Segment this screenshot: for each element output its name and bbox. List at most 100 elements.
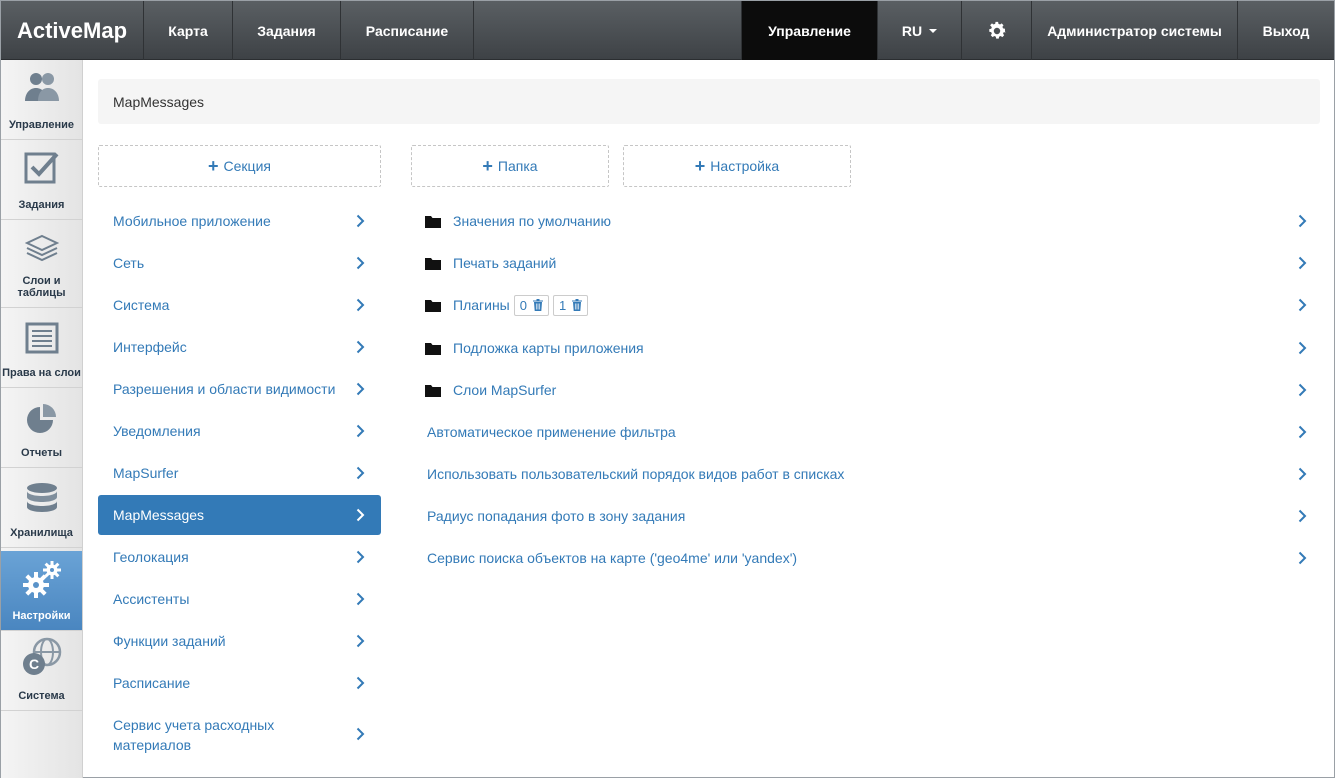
lang-label: RU bbox=[901, 22, 923, 39]
section-item[interactable]: Интерфейс bbox=[98, 327, 381, 367]
breadcrumb-label: MapMessages bbox=[113, 93, 205, 110]
section-item[interactable]: Уведомления bbox=[98, 411, 381, 451]
section-item[interactable]: Мобильное приложение bbox=[98, 201, 381, 241]
section-item[interactable]: Геолокация bbox=[98, 537, 381, 577]
section-label: Геолокация bbox=[113, 549, 189, 565]
sidebar-item-layers[interactable]: Слои и таблицы bbox=[1, 220, 82, 308]
chevron-right-icon bbox=[1298, 256, 1307, 270]
chevron-right-icon bbox=[1298, 214, 1307, 228]
section-label: Расписание bbox=[113, 675, 191, 691]
main-content: MapMessages + Секция + Папка + Настройка Мо… bbox=[83, 60, 1334, 778]
settings-gear-button[interactable] bbox=[962, 1, 1032, 60]
settings-folder-row[interactable]: Значения по умолчанию bbox=[411, 201, 1311, 241]
settings-row[interactable]: Радиус попадания фото в зону задания bbox=[411, 496, 1311, 536]
section-label: Сервис учета расходных материалов bbox=[113, 717, 275, 753]
chevron-right-icon bbox=[356, 424, 365, 438]
section-item[interactable]: Сеть bbox=[98, 243, 381, 283]
database-icon bbox=[26, 483, 57, 512]
settings-row-label: Подложка карты приложения bbox=[453, 340, 644, 356]
folder-icon bbox=[425, 257, 441, 270]
settings-row[interactable]: Сервис поиска объектов на карте ('geo4me… bbox=[411, 538, 1311, 578]
sidebar-item-system[interactable]: C Система bbox=[1, 631, 82, 711]
settings-row-label: Плагины bbox=[453, 297, 510, 313]
trash-icon[interactable] bbox=[532, 299, 543, 311]
chevron-right-icon bbox=[356, 676, 365, 690]
svg-text:C: C bbox=[28, 656, 38, 672]
folder-icon bbox=[425, 342, 441, 355]
plus-icon: + bbox=[482, 156, 493, 176]
caret-down-icon bbox=[929, 28, 938, 33]
sidebar-item-storage[interactable]: Хранилища bbox=[1, 468, 82, 548]
add-folder-button[interactable]: + Папка bbox=[411, 145, 609, 187]
add-setting-button[interactable]: + Настройка bbox=[623, 145, 851, 187]
lang-dropdown[interactable]: RU bbox=[878, 1, 962, 60]
add-section-button[interactable]: + Секция bbox=[98, 145, 381, 187]
section-item[interactable]: Разрешения и области видимости bbox=[98, 369, 381, 409]
nav-manage[interactable]: Управление bbox=[742, 1, 878, 60]
section-label: Ассистенты bbox=[113, 591, 190, 607]
sidebar-item-reports[interactable]: Отчеты bbox=[1, 388, 82, 468]
section-item[interactable]: Расписание bbox=[98, 663, 381, 703]
layers-icon bbox=[24, 234, 59, 262]
chevron-right-icon bbox=[1298, 425, 1307, 439]
folder-icon bbox=[425, 384, 441, 397]
sidebar-item-settings[interactable]: Настройки bbox=[1, 551, 82, 631]
settings-row-label: Печать заданий bbox=[453, 255, 557, 271]
section-item-active[interactable]: MapMessages bbox=[98, 495, 381, 535]
settings-row[interactable]: Использовать пользовательский порядок ви… bbox=[411, 454, 1311, 494]
plugin-badge-value: 0 bbox=[519, 297, 527, 313]
chevron-right-icon bbox=[356, 592, 365, 606]
sidebar: Управление Задания Слои и таблицы Права … bbox=[1, 60, 83, 778]
section-label: MapSurfer bbox=[113, 465, 179, 481]
section-item[interactable]: Система bbox=[98, 285, 381, 325]
nav-schedule[interactable]: Расписание bbox=[341, 1, 474, 60]
sidebar-label: Система bbox=[18, 690, 65, 702]
chevron-right-icon bbox=[1298, 467, 1307, 481]
settings-row[interactable]: Автоматическое применение фильтра bbox=[411, 412, 1311, 452]
checkbox-icon bbox=[24, 152, 58, 184]
section-item[interactable]: Функции заданий bbox=[98, 621, 381, 661]
settings-folder-row[interactable]: Плагины 0 1 bbox=[411, 285, 1311, 325]
gears-icon bbox=[22, 561, 61, 598]
settings-folder-row[interactable]: Подложка карты приложения bbox=[411, 328, 1311, 368]
sidebar-item-tasks[interactable]: Задания bbox=[1, 140, 82, 220]
top-navbar: ActiveMap Карта Задания Расписание Управ… bbox=[1, 1, 1334, 60]
chevron-right-icon bbox=[1298, 298, 1307, 312]
section-label: Интерфейс bbox=[113, 339, 187, 355]
chevron-right-icon bbox=[356, 466, 365, 480]
brand-logo[interactable]: ActiveMap bbox=[1, 1, 144, 60]
pie-chart-icon bbox=[26, 404, 56, 433]
section-label: Сеть bbox=[113, 255, 145, 271]
settings-folder-row[interactable]: Слои MapSurfer bbox=[411, 370, 1311, 410]
settings-row-label: Сервис поиска объектов на карте ('geo4me… bbox=[427, 550, 798, 566]
breadcrumb: MapMessages bbox=[98, 79, 1320, 124]
section-item[interactable]: MapSurfer bbox=[98, 453, 381, 493]
settings-row-label: Значения по умолчанию bbox=[453, 213, 611, 229]
sidebar-label: Хранилища bbox=[10, 527, 73, 539]
plugin-badge[interactable]: 0 bbox=[513, 294, 549, 316]
plugin-badge[interactable]: 1 bbox=[552, 294, 589, 316]
section-label: Уведомления bbox=[113, 423, 201, 439]
settings-folder-row[interactable]: Печать заданий bbox=[411, 243, 1311, 283]
nav-tasks[interactable]: Задания bbox=[233, 1, 341, 60]
chevron-right-icon bbox=[356, 550, 365, 564]
nav-user[interactable]: Администратор системы bbox=[1032, 1, 1238, 60]
logout-button[interactable]: Выход bbox=[1238, 1, 1334, 60]
trash-icon[interactable] bbox=[572, 299, 583, 311]
nav-spacer bbox=[474, 1, 742, 59]
users-icon bbox=[24, 73, 59, 101]
section-label: MapMessages bbox=[113, 507, 205, 523]
sidebar-label: Слои и таблицы bbox=[17, 275, 66, 299]
chevron-right-icon bbox=[356, 382, 365, 396]
plugin-badge-value: 1 bbox=[558, 297, 567, 313]
sidebar-label: Права на слои bbox=[2, 367, 81, 379]
nav-map[interactable]: Карта bbox=[144, 1, 233, 60]
chevron-right-icon bbox=[356, 298, 365, 312]
sidebar-label: Настройки bbox=[12, 610, 71, 622]
section-item[interactable]: Сервис учета расходных материалов bbox=[98, 713, 381, 765]
sidebar-item-layer-rights[interactable]: Права на слои bbox=[1, 308, 82, 388]
settings-row-label: Использовать пользовательский порядок ви… bbox=[427, 466, 845, 482]
chevron-right-icon bbox=[1298, 383, 1307, 397]
section-item[interactable]: Ассистенты bbox=[98, 579, 381, 619]
sidebar-item-manage[interactable]: Управление bbox=[1, 60, 82, 140]
